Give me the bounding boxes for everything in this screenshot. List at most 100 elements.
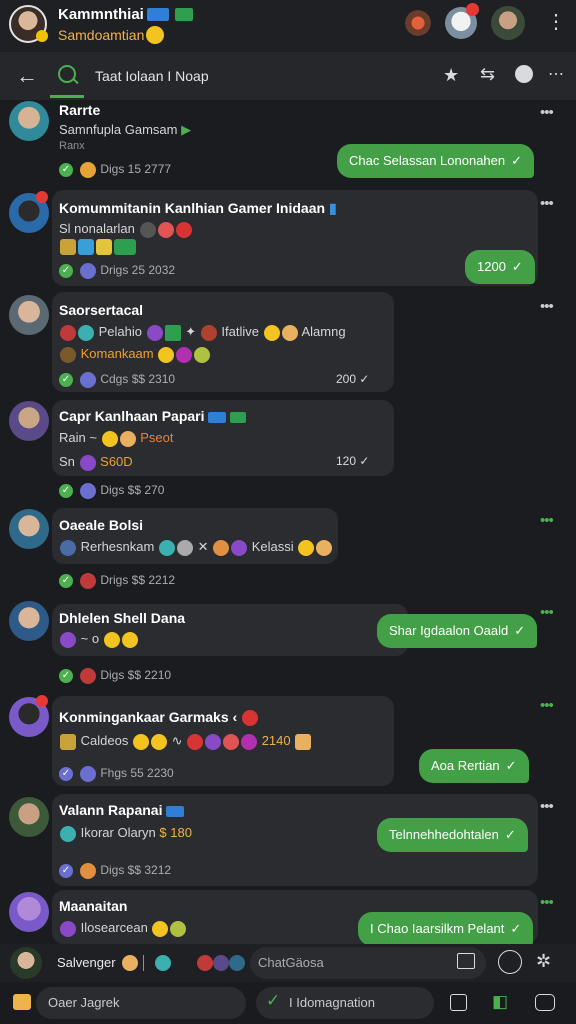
chat-preview: ~ o (59, 631, 139, 648)
avatar[interactable] (9, 509, 49, 549)
message-count: 200 ✓ (336, 372, 370, 386)
chat-preview: Samnfupla Gamsam ▶ (59, 122, 192, 137)
chat-title: Maanaitan (59, 898, 128, 914)
avatar[interactable] (9, 601, 49, 641)
chat-title: Komummitanin Kanlhian Gamer Inidaan ▮ (59, 200, 337, 216)
lock-icon[interactable] (13, 994, 31, 1010)
chat-preview-2: Sn S60D (59, 454, 133, 471)
avatar[interactable] (9, 797, 49, 837)
reply-bubble[interactable]: Telnnehhedohtalen ✓ (377, 818, 528, 852)
chat-preview-2: Ranx (59, 140, 85, 152)
left-input-label: Oaer Jagrek (48, 995, 120, 1010)
avatar[interactable] (9, 892, 49, 932)
top-bar: Kammnthiai Samdoamtian ⋮ (0, 0, 576, 52)
chat-title: Saorsertacal (59, 302, 144, 318)
friend-avatar[interactable] (491, 6, 525, 40)
composer-avatar[interactable] (10, 947, 42, 979)
check-icon: ✓ (510, 921, 522, 936)
arrow-left-icon[interactable]: ← (16, 63, 38, 89)
reply-bubble[interactable]: Chac Selassan Lononahen ✓ (337, 144, 535, 178)
image-icon[interactable] (457, 953, 475, 969)
search-input[interactable]: Taat Iolaan I Noap (95, 68, 209, 84)
chat-meta: ✓ Fhgs 55 2230 (59, 766, 174, 782)
compass-icon[interactable] (515, 65, 533, 83)
more-horizontal-icon[interactable]: ••• (540, 195, 554, 212)
tag-icon (208, 411, 227, 423)
chat-title: Dhlelen Shell Dana (59, 610, 186, 626)
share-icon[interactable]: ⇆ (480, 64, 495, 85)
middle-input-label: I Idomagnation (289, 995, 376, 1010)
chat-title: Oaeale Bolsi (59, 517, 144, 533)
check-icon: ✓ (511, 153, 523, 168)
check-icon: ✓ (59, 163, 73, 177)
check-icon: ✓ (59, 264, 73, 278)
check-icon: ✓ (504, 827, 516, 842)
more-horizontal-icon[interactable]: ••• (540, 798, 554, 815)
check-icon: ✓ (59, 484, 73, 498)
reply-bubble[interactable]: I Chao Iaarsilkm Pelant ✓ (358, 912, 534, 946)
player-icon[interactable] (229, 955, 245, 971)
search-bar: ← Taat Iolaan I Noap ★ ⇆ ⋯ (0, 52, 576, 100)
square-icon[interactable] (450, 994, 467, 1011)
chat-preview: Caldeos ∿ 2140 (59, 733, 312, 750)
more-horizontal-icon[interactable]: ••• (540, 604, 554, 621)
chat-title: Capr Kanlhaan Papari (59, 408, 247, 424)
middle-check-icon: ✓ (266, 991, 281, 1010)
chat-title: Rarrte (59, 102, 101, 118)
header-tag-icon-blue (147, 8, 169, 21)
check-icon: ✓ (505, 758, 517, 773)
more-horizontal-icon[interactable]: ••• (540, 104, 554, 121)
chat-icon[interactable] (535, 994, 555, 1011)
message-count: 120 ✓ (336, 454, 370, 468)
check-icon: ✓ (511, 259, 523, 274)
header-subtitle: Samdoamtian (58, 27, 145, 43)
more-horizontal-icon[interactable]: ••• (540, 697, 554, 714)
check-icon: ✓ (59, 864, 73, 878)
divider (143, 955, 144, 971)
chat-preview-2: Komankaam (59, 346, 211, 363)
chat-meta: ✓ Digs $$ 270 (59, 483, 164, 499)
player-icon[interactable] (197, 955, 213, 971)
composer-name: Salvenger (57, 955, 116, 970)
chat-meta: ✓ Drigs $$ 2212 (59, 573, 175, 589)
chat-preview-icons (59, 238, 137, 255)
chat-meta: ✓ Digs $$ 2210 (59, 668, 171, 684)
chat-bubble-icon[interactable] (155, 955, 171, 971)
flag-icon[interactable]: ◧ (492, 992, 508, 1012)
more-horizontal-icon[interactable]: ••• (540, 512, 554, 529)
composer-bar: Salvenger ChatGäosa ✲ (0, 944, 576, 982)
message-input-placeholder: ChatGäosa (258, 955, 324, 970)
unread-badge (36, 695, 48, 707)
check-icon: ✓ (59, 574, 73, 588)
reply-bubble[interactable]: 1200 ✓ (465, 250, 535, 284)
check-icon: ✓ (59, 373, 73, 387)
reaction-emoji-icon (80, 162, 96, 178)
bottom-nav: Oaer Jagrek ✓ I Idomagnation ◧ (0, 982, 576, 1024)
avatar[interactable] (9, 401, 49, 441)
reply-bubble[interactable]: Shar Igdaalon Oaald ✓ (377, 614, 538, 648)
more-vertical-icon[interactable]: ⋮ (546, 10, 566, 34)
avatar[interactable] (9, 101, 49, 141)
verified-badge-icon (36, 30, 48, 42)
chat-meta: ✓ Drigs 25 2032 (59, 263, 175, 279)
settings-icon[interactable]: ✲ (536, 951, 551, 972)
unread-badge (36, 191, 48, 203)
game-character-icon[interactable] (403, 8, 433, 38)
chat-meta: ✓ Digs $$ 3212 (59, 863, 171, 879)
notification-badge (466, 3, 479, 16)
more-horizontal-icon[interactable]: ••• (540, 894, 554, 911)
check-icon: ✓ (59, 767, 73, 781)
chat-preview: Rain ~ Pseot (59, 430, 174, 447)
bottle-icon: ▮ (328, 200, 337, 216)
chat-title: Valann Rapanai (59, 802, 185, 818)
emoji-icon[interactable] (122, 955, 138, 971)
reply-bubble[interactable]: Aoa Rertian ✓ (419, 749, 529, 783)
compass-icon[interactable] (498, 950, 522, 974)
more-horizontal-icon[interactable]: ••• (540, 298, 554, 315)
more-horizontal-icon[interactable]: ⋯ (548, 64, 564, 84)
avatar[interactable] (9, 295, 49, 335)
chat-title: Konmingankaar Garmaks ‹ (59, 709, 259, 727)
star-icon[interactable]: ★ (443, 65, 459, 86)
player-icon[interactable] (213, 955, 229, 971)
header-tag-icon-green (175, 8, 193, 21)
